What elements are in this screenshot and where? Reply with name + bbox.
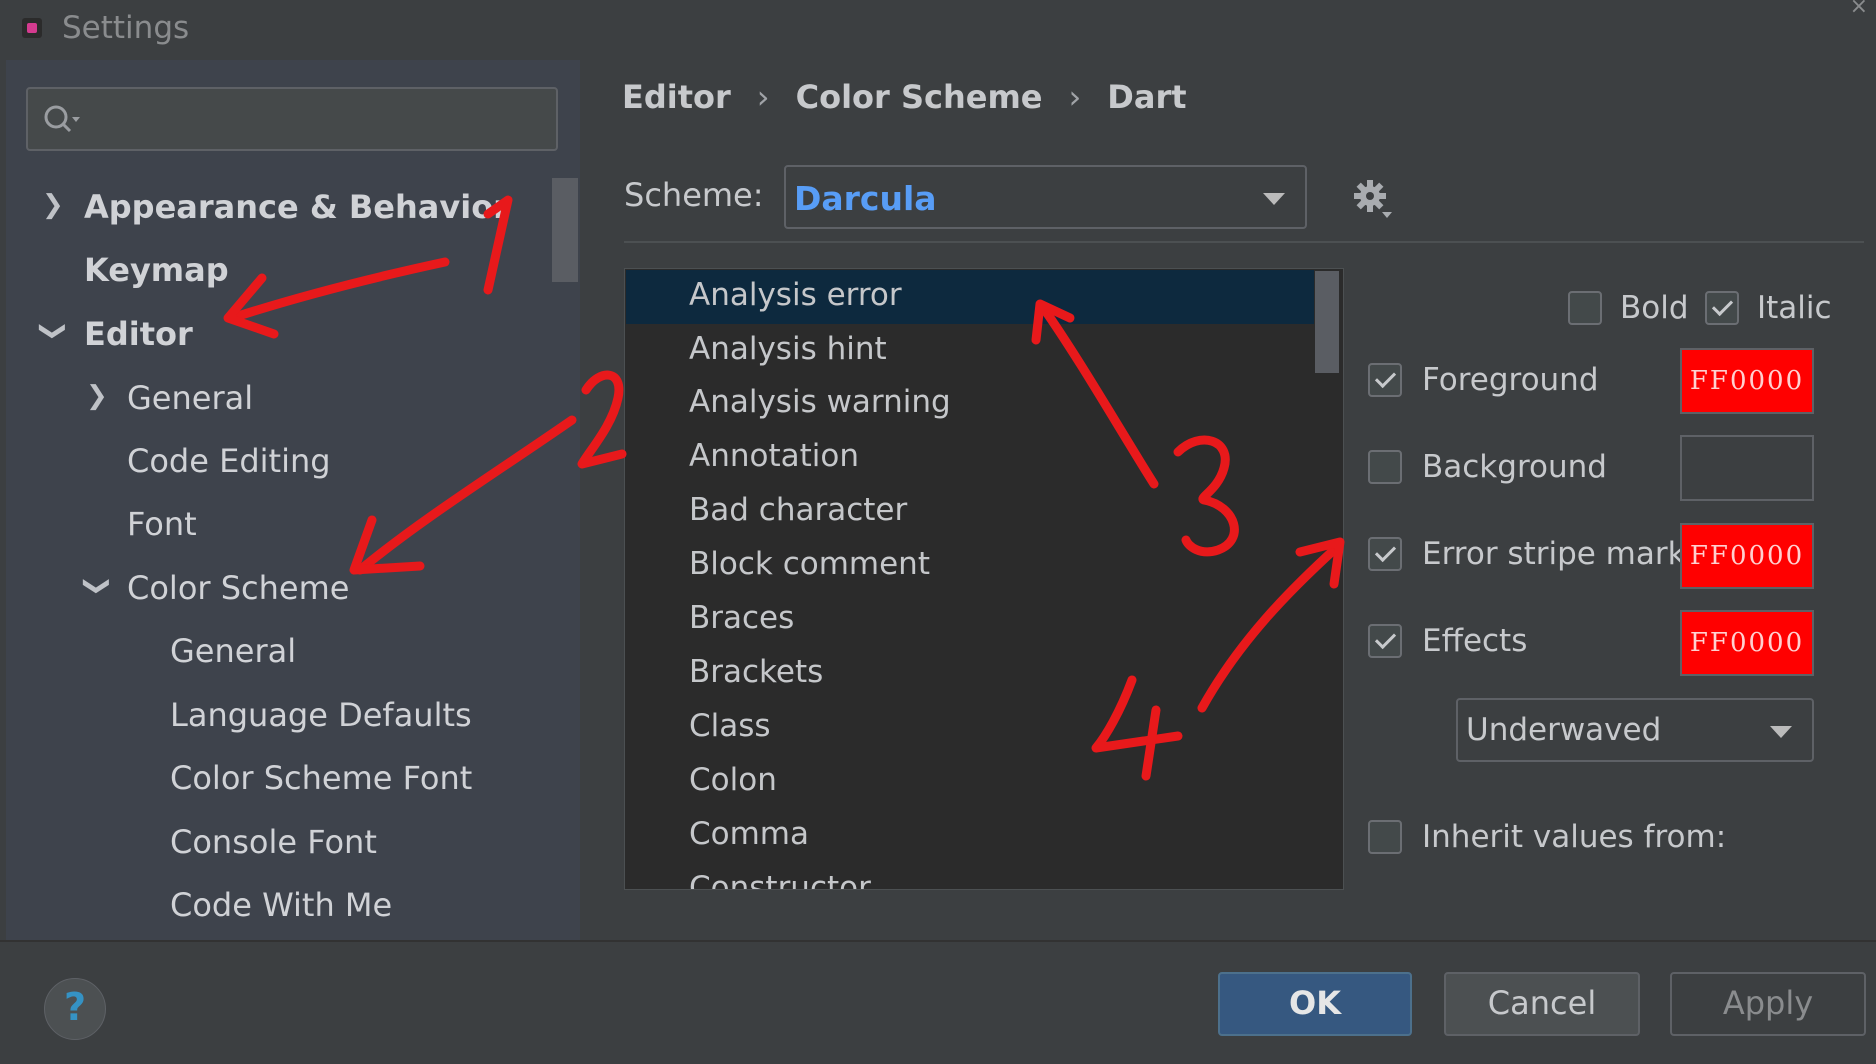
list-item[interactable]: Comma	[689, 816, 809, 852]
ok-button[interactable]: OK	[1218, 972, 1412, 1036]
chevron-down-icon[interactable]: ❯	[38, 320, 68, 342]
list-item[interactable]: Block comment	[689, 546, 930, 582]
sidebar-item-code-editing[interactable]: Code Editing	[127, 442, 331, 480]
breadcrumb: Editor › Color Scheme › Dart	[622, 78, 1187, 116]
error-stripe-color-swatch[interactable]: FF0000	[1680, 523, 1814, 589]
background-checkbox[interactable]	[1368, 450, 1402, 484]
attribute-list-scrollbar[interactable]	[1315, 271, 1339, 373]
sidebar-scrollbar[interactable]	[552, 178, 578, 282]
sidebar-item-font[interactable]: Font	[127, 505, 197, 543]
search-input[interactable]	[26, 87, 558, 151]
inherit-label: Inherit values from:	[1422, 819, 1727, 855]
list-item[interactable]: Annotation	[689, 438, 859, 474]
sidebar-item-color-scheme[interactable]: Color Scheme	[127, 569, 349, 607]
effects-color-swatch[interactable]: FF0000	[1680, 610, 1814, 676]
search-icon	[44, 105, 80, 133]
breadcrumb-item: Dart	[1107, 78, 1187, 116]
scheme-dropdown-value: Darcula	[794, 179, 937, 218]
window-title: Settings	[62, 10, 190, 46]
sidebar-item-keymap[interactable]: Keymap	[84, 251, 229, 289]
dropdown-arrow-icon	[1770, 726, 1792, 738]
foreground-label: Foreground	[1422, 362, 1599, 398]
sidebar-item-code-with-me[interactable]: Code With Me	[170, 886, 392, 924]
effect-type-dropdown[interactable]: Underwaved	[1456, 698, 1814, 762]
italic-checkbox[interactable]	[1705, 291, 1739, 325]
bold-checkbox[interactable]	[1568, 291, 1602, 325]
error-stripe-label: Error stripe mark	[1422, 536, 1686, 572]
inherit-checkbox[interactable]	[1368, 820, 1402, 854]
inherit-link-partial[interactable]	[1416, 886, 1766, 890]
sidebar-item-color-scheme-general[interactable]: General	[170, 632, 296, 670]
list-item[interactable]: Analysis warning	[689, 384, 951, 420]
list-item[interactable]: Bad character	[689, 492, 907, 528]
sidebar-item-editor[interactable]: Editor	[84, 315, 193, 353]
attribute-list[interactable]: Analysis error Analysis hint Analysis wa…	[624, 268, 1344, 890]
list-item[interactable]: Analysis hint	[689, 331, 887, 367]
list-item[interactable]: Colon	[689, 762, 777, 798]
list-item[interactable]: Brackets	[689, 654, 823, 690]
sidebar-item-appearance-behavior[interactable]: Appearance & Behavior	[84, 188, 509, 226]
foreground-checkbox[interactable]	[1368, 363, 1402, 397]
list-item[interactable]: Class	[689, 708, 771, 744]
effects-checkbox[interactable]	[1368, 624, 1402, 658]
list-item[interactable]: Analysis error	[689, 277, 902, 313]
chevron-right-icon[interactable]: ❯	[86, 381, 108, 411]
chevron-down-icon[interactable]: ❯	[82, 575, 112, 597]
breadcrumb-item[interactable]: Editor	[622, 78, 731, 116]
error-stripe-checkbox[interactable]	[1368, 537, 1402, 571]
foreground-color-swatch[interactable]: FF0000	[1680, 348, 1814, 414]
app-icon	[22, 18, 42, 38]
sidebar-item-language-defaults[interactable]: Language Defaults	[170, 696, 472, 734]
apply-button[interactable]: Apply	[1670, 972, 1866, 1036]
close-icon[interactable]: ×	[1850, 0, 1868, 19]
breadcrumb-separator-icon: ›	[756, 78, 770, 116]
title-bar: Settings ×	[0, 0, 1876, 58]
cancel-button[interactable]: Cancel	[1444, 972, 1640, 1036]
bold-label: Bold	[1620, 290, 1689, 326]
divider	[624, 241, 1864, 243]
list-item[interactable]: Constructor	[689, 870, 871, 889]
sidebar-item-general[interactable]: General	[127, 379, 253, 417]
scheme-dropdown[interactable]: Darcula	[784, 165, 1307, 229]
breadcrumb-item[interactable]: Color Scheme	[796, 78, 1043, 116]
help-button[interactable]: ?	[44, 978, 106, 1040]
background-label: Background	[1422, 449, 1607, 485]
annotation-number-2-stroke	[577, 370, 627, 469]
scheme-label: Scheme:	[624, 176, 764, 214]
sidebar-item-console-font[interactable]: Console Font	[170, 823, 377, 861]
list-item[interactable]: Braces	[689, 600, 794, 636]
effect-type-value: Underwaved	[1466, 712, 1662, 748]
italic-label: Italic	[1757, 290, 1832, 326]
help-icon: ?	[63, 985, 87, 1029]
background-color-swatch[interactable]	[1680, 435, 1814, 501]
sidebar-item-color-scheme-font[interactable]: Color Scheme Font	[170, 759, 472, 797]
breadcrumb-separator-icon: ›	[1068, 78, 1082, 116]
gear-icon[interactable]	[1352, 178, 1398, 228]
dropdown-arrow-icon	[1263, 193, 1285, 205]
chevron-right-icon[interactable]: ❯	[42, 190, 64, 220]
effects-label: Effects	[1422, 623, 1528, 659]
